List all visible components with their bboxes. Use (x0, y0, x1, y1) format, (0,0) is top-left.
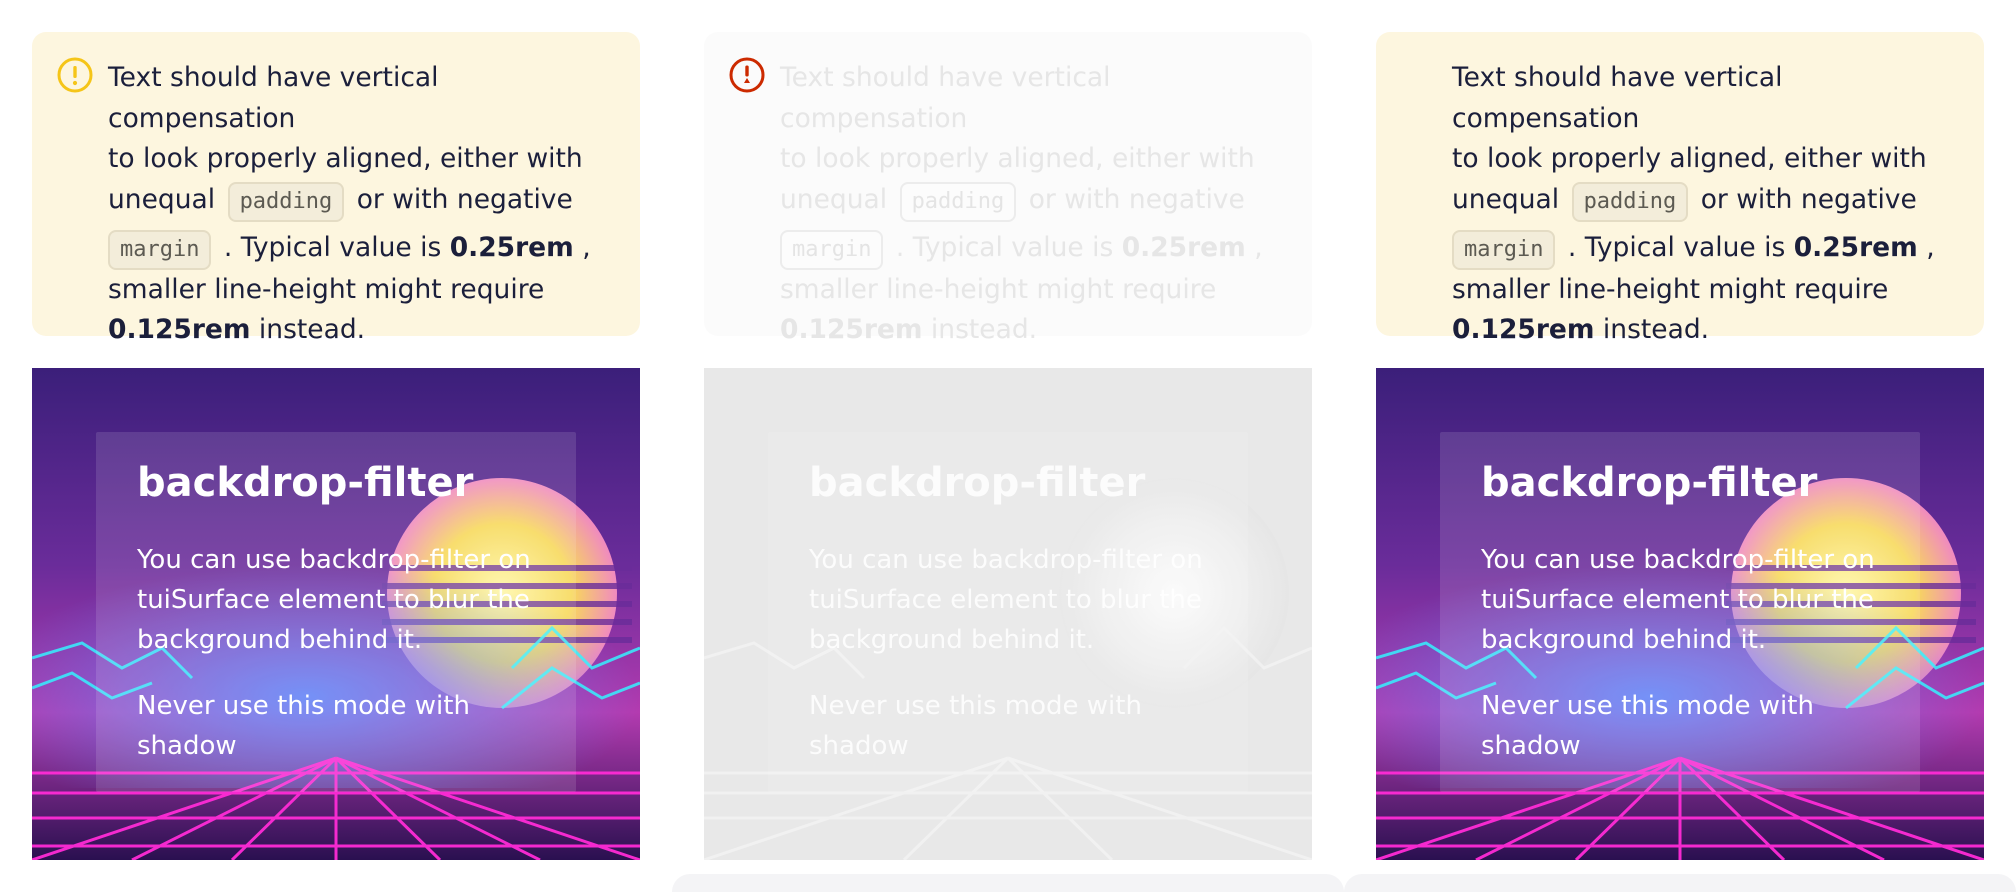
value-quarter-rem: 0.25rem (1121, 231, 1246, 263)
notice-text-fragment: instead. (930, 314, 1038, 346)
notice-text: Text should have vertical compensation t… (780, 58, 1282, 351)
surface-title: backdrop-filter (137, 460, 474, 506)
surface-warning-text: Never use this mode with shadow (137, 691, 470, 761)
notice-text-fragment: or with negative (356, 183, 573, 215)
code-margin: margin (108, 229, 212, 270)
notice-line: smaller line-height might require (108, 273, 545, 305)
blurred-surface-demo: backdrop-filter You can use backdrop-fil… (32, 368, 640, 860)
example-column-1: Text should have vertical compensation t… (0, 0, 674, 892)
surface-description: You can use backdrop-filter on tuiSurfac… (1481, 545, 1875, 655)
notice-text: Text should have vertical compensation t… (108, 58, 610, 351)
surface-description: You can use backdrop-filter on tuiSurfac… (809, 545, 1203, 655)
notice-text-fragment: . Typical value is (223, 231, 442, 263)
surface-warning-text: Never use this mode with shadow (1481, 691, 1814, 761)
notice-line: to look properly aligned, either with (108, 143, 583, 175)
value-eighth-rem: 0.125rem (108, 314, 251, 346)
notice-line: Text should have vertical compensation (780, 62, 1111, 134)
notice-text-fragment: or with negative (1700, 183, 1917, 215)
code-padding: padding (227, 181, 345, 222)
value-quarter-rem: 0.25rem (449, 231, 574, 263)
notice-card-disabled: Text should have vertical compensation t… (704, 32, 1312, 345)
column-divider (1344, 874, 2016, 892)
column-divider (672, 874, 1344, 892)
example-column-2: Text should have vertical compensation t… (672, 0, 1346, 892)
surface-warning-text: Never use this mode with shadow (809, 691, 1142, 761)
surface-title: backdrop-filter (809, 460, 1146, 506)
notice-text-fragment: instead. (258, 314, 366, 346)
value-eighth-rem: 0.125rem (1452, 314, 1595, 346)
value-eighth-rem: 0.125rem (780, 314, 923, 346)
notice-text-fragment: or with negative (1028, 183, 1245, 215)
notice-text-fragment: unequal (780, 183, 888, 215)
blurred-surface-demo: backdrop-filter You can use backdrop-fil… (1376, 368, 1984, 860)
warning-circle-icon (57, 57, 93, 93)
notice-text-fragment: , (582, 231, 591, 263)
notice-line: to look properly aligned, either with (780, 143, 1255, 175)
surface-title: backdrop-filter (1481, 460, 1818, 506)
notice-line: smaller line-height might require (1452, 273, 1889, 305)
notice-text-fragment: , (1926, 231, 1935, 263)
notice-line: Text should have vertical compensation (108, 62, 439, 134)
notice-text-fragment: . Typical value is (1567, 231, 1786, 263)
notice-text-fragment: , (1254, 231, 1263, 263)
surface-description: You can use backdrop-filter on tuiSurfac… (137, 545, 531, 655)
notice-line: to look properly aligned, either with (1452, 143, 1927, 175)
notice-text: Text should have vertical compensation t… (1452, 58, 1954, 351)
blurred-surface-demo-disabled: backdrop-filter You can use backdrop-fil… (704, 368, 1312, 860)
notice-card: Text should have vertical compensation t… (32, 32, 640, 345)
notice-card: Text should have vertical compensation t… (1376, 32, 1984, 345)
notice-text-fragment: . Typical value is (895, 231, 1114, 263)
notice-line: Text should have vertical compensation (1452, 62, 1783, 134)
code-margin: margin (1452, 229, 1556, 270)
notice-text-fragment: unequal (108, 183, 216, 215)
notice-line: smaller line-height might require (780, 273, 1217, 305)
value-quarter-rem: 0.25rem (1793, 231, 1918, 263)
example-column-3: Text should have vertical compensation t… (1344, 0, 2016, 892)
code-padding: padding (1571, 181, 1689, 222)
error-circle-icon (729, 57, 765, 93)
code-margin: margin (780, 229, 884, 270)
notice-text-fragment: unequal (1452, 183, 1560, 215)
notice-text-fragment: instead. (1602, 314, 1710, 346)
code-padding: padding (899, 181, 1017, 222)
